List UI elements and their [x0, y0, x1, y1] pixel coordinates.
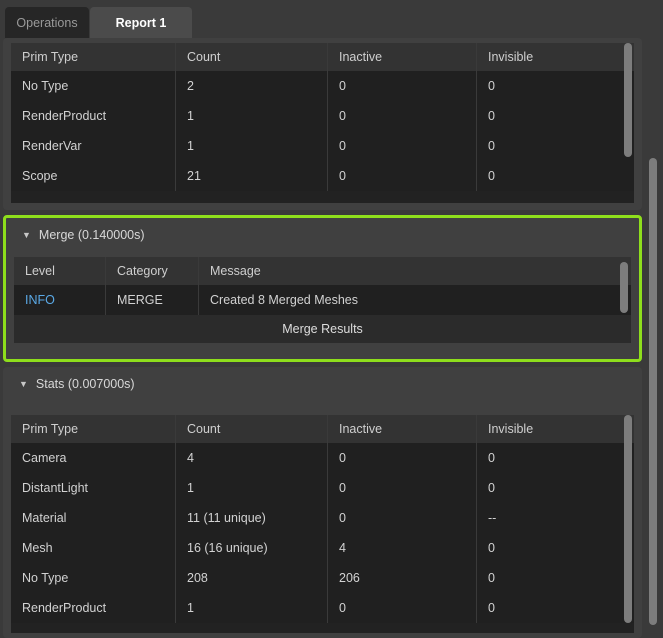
cell-invisible: 0 — [476, 473, 634, 503]
cell-count: 2 — [175, 71, 327, 101]
cell-inactive: 0 — [327, 593, 476, 623]
table-row[interactable]: RenderProduct 1 0 0 — [11, 101, 634, 131]
cell-inactive: 0 — [327, 443, 476, 473]
table-row[interactable]: RenderVar 1 0 0 — [11, 131, 634, 161]
tab-report-1[interactable]: Report 1 — [90, 7, 192, 38]
section-top-stats: Prim Type Count Inactive Invisible No Ty… — [3, 38, 642, 210]
stats-table: Prim Type Count Inactive Invisible Camer… — [11, 415, 634, 633]
column-header-inactive[interactable]: Inactive — [327, 43, 476, 71]
cell-prim-type: Material — [22, 511, 67, 525]
report-panel: Operations Report 1 Prim Type Count Inac… — [0, 0, 663, 638]
table-header-row: Level Category Message — [14, 257, 631, 285]
merge-log-table: Level Category Message INFO MERGE Create… — [14, 257, 631, 343]
cell-level: INFO — [25, 293, 55, 307]
cell-count: 1 — [175, 131, 327, 161]
column-header-prim-type[interactable]: Prim Type — [11, 415, 175, 443]
cell-count: 4 — [175, 443, 327, 473]
cell-inactive: 0 — [327, 131, 476, 161]
table-row[interactable]: No Type 2 0 0 — [11, 71, 634, 101]
stats-table-scrollbar[interactable] — [624, 415, 632, 623]
cell-prim-type: RenderProduct — [22, 601, 107, 615]
cell-inactive: 206 — [327, 563, 476, 593]
column-header-category[interactable]: Category — [105, 257, 198, 285]
cell-invisible: 0 — [476, 443, 634, 473]
cell-invisible: 0 — [476, 563, 634, 593]
column-header-level[interactable]: Level — [14, 257, 105, 285]
table-row[interactable]: Material 11 (11 unique) 0 -- — [11, 503, 634, 533]
column-header-message[interactable]: Message — [198, 257, 631, 285]
cell-prim-type: No Type — [22, 571, 69, 585]
stats-section-title: Stats (0.007000s) — [35, 377, 135, 391]
cell-prim-type: RenderVar — [22, 139, 82, 153]
cell-category: MERGE — [105, 285, 198, 315]
merge-table-footer: Merge Results — [14, 315, 631, 343]
cell-count: 1 — [175, 593, 327, 623]
tab-report-1-label: Report 1 — [115, 15, 167, 30]
merge-section-header[interactable]: ▼ Merge (0.140000s) — [6, 218, 145, 252]
table-row[interactable]: Scope 21 0 0 — [11, 161, 634, 191]
column-header-invisible[interactable]: Invisible — [476, 43, 634, 71]
cell-count: 1 — [175, 473, 327, 503]
cell-inactive: 0 — [327, 161, 476, 191]
table-row[interactable]: Mesh 16 (16 unique) 4 0 — [11, 533, 634, 563]
top-stats-table: Prim Type Count Inactive Invisible No Ty… — [11, 43, 634, 203]
outer-scrollbar-thumb[interactable] — [649, 158, 657, 625]
cell-inactive: 0 — [327, 503, 476, 533]
outer-scrollbar-track[interactable] — [647, 38, 661, 638]
cell-count: 11 (11 unique) — [175, 503, 327, 533]
table-row[interactable]: Camera 4 0 0 — [11, 443, 634, 473]
tab-bar: Operations Report 1 — [0, 0, 663, 38]
table-row[interactable]: INFO MERGE Created 8 Merged Meshes — [14, 285, 631, 315]
report-scroll-area: Prim Type Count Inactive Invisible No Ty… — [0, 38, 645, 638]
cell-invisible: -- — [476, 503, 634, 533]
cell-prim-type: No Type — [22, 79, 69, 93]
tab-operations-label: Operations — [16, 15, 78, 30]
column-header-prim-type[interactable]: Prim Type — [11, 43, 175, 71]
column-header-invisible[interactable]: Invisible — [476, 415, 634, 443]
column-header-inactive[interactable]: Inactive — [327, 415, 476, 443]
cell-inactive: 0 — [327, 473, 476, 503]
chevron-down-icon[interactable]: ▼ — [19, 379, 28, 389]
cell-inactive: 4 — [327, 533, 476, 563]
cell-message: Created 8 Merged Meshes — [198, 285, 631, 315]
chevron-down-icon[interactable]: ▼ — [22, 230, 31, 240]
cell-count: 1 — [175, 101, 327, 131]
cell-prim-type: Scope — [22, 169, 58, 183]
cell-invisible: 0 — [476, 101, 634, 131]
cell-invisible: 0 — [476, 71, 634, 101]
cell-prim-type: Mesh — [22, 541, 53, 555]
top-stats-table-scrollbar[interactable] — [624, 43, 632, 157]
cell-count: 208 — [175, 563, 327, 593]
table-row[interactable]: RenderProduct 1 0 0 — [11, 593, 634, 623]
cell-prim-type: Camera — [22, 451, 67, 465]
cell-prim-type: RenderProduct — [22, 109, 107, 123]
tab-operations[interactable]: Operations — [5, 7, 89, 38]
cell-count: 16 (16 unique) — [175, 533, 327, 563]
cell-invisible: 0 — [476, 131, 634, 161]
cell-invisible: 0 — [476, 593, 634, 623]
table-header-row: Prim Type Count Inactive Invisible — [11, 43, 634, 71]
merge-section-title: Merge (0.140000s) — [38, 228, 145, 242]
section-merge: ▼ Merge (0.140000s) Level Category Messa… — [3, 215, 642, 362]
cell-count: 21 — [175, 161, 327, 191]
cell-invisible: 0 — [476, 161, 634, 191]
cell-inactive: 0 — [327, 101, 476, 131]
merge-table-scrollbar[interactable] — [620, 262, 628, 313]
column-header-count[interactable]: Count — [175, 415, 327, 443]
section-stats: ▼ Stats (0.007000s) Prim Type Count Inac… — [3, 367, 642, 638]
stats-section-header[interactable]: ▼ Stats (0.007000s) — [3, 367, 135, 401]
table-row[interactable]: DistantLight 1 0 0 — [11, 473, 634, 503]
table-header-row: Prim Type Count Inactive Invisible — [11, 415, 634, 443]
column-header-count[interactable]: Count — [175, 43, 327, 71]
cell-prim-type: DistantLight — [22, 481, 89, 495]
table-row[interactable]: No Type 208 206 0 — [11, 563, 634, 593]
cell-inactive: 0 — [327, 71, 476, 101]
cell-invisible: 0 — [476, 533, 634, 563]
